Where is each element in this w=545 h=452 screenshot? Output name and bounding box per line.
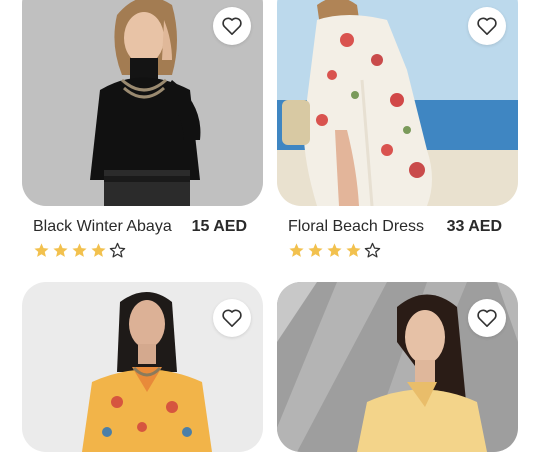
heart-outline-icon	[477, 309, 497, 327]
star-filled-icon	[308, 243, 323, 257]
star-outline-icon	[109, 242, 126, 258]
product-price: 33 AED	[446, 218, 502, 235]
star-filled-icon	[327, 243, 342, 257]
favorite-button[interactable]	[213, 7, 251, 45]
star-filled-icon	[346, 243, 361, 257]
heart-outline-icon	[222, 309, 242, 327]
favorite-button[interactable]	[213, 299, 251, 337]
star-outline-icon	[364, 242, 381, 258]
star-filled-icon	[289, 243, 304, 257]
heart-outline-icon	[477, 17, 497, 35]
favorite-button[interactable]	[468, 7, 506, 45]
product-price: 15 AED	[191, 218, 247, 235]
star-filled-icon	[91, 243, 106, 257]
star-filled-icon	[72, 243, 87, 257]
product-image[interactable]	[22, 282, 263, 452]
product-image[interactable]	[22, 0, 263, 206]
star-filled-icon	[34, 243, 49, 257]
favorite-button[interactable]	[468, 299, 506, 337]
product-image[interactable]	[277, 282, 518, 452]
rating-stars	[33, 242, 126, 259]
heart-outline-icon	[222, 17, 242, 35]
product-name[interactable]: Black Winter Abaya	[33, 218, 172, 236]
star-filled-icon	[53, 243, 68, 257]
rating-stars	[288, 242, 381, 259]
product-name[interactable]: Floral Beach Dress	[288, 218, 424, 236]
product-image[interactable]	[277, 0, 518, 206]
